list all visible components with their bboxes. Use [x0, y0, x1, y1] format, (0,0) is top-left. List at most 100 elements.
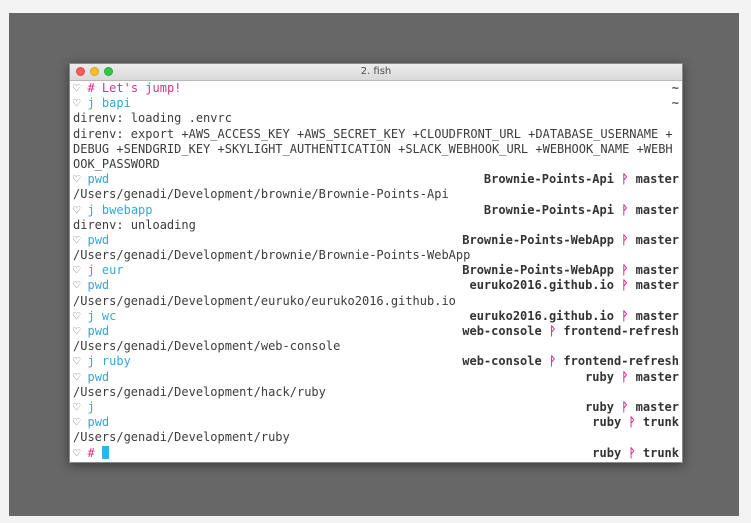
- command-text: pwd: [87, 324, 110, 339]
- command-text: j wc: [87, 308, 117, 323]
- command-text: pwd: [87, 232, 110, 247]
- branch-name: master: [635, 202, 679, 217]
- repo-name: Brownie-Points-WebApp: [462, 263, 614, 278]
- prompt-line: ♡ j wc euruko2016.github.io ᚹ master: [73, 309, 679, 324]
- prompt-line: ♡ # Let's jump! ~: [73, 81, 679, 96]
- output-text: /Users/genadi/Development/euruko/euruko2…: [73, 293, 456, 308]
- output-text: direnv: export +AWS_ACCESS_KEY +AWS_SECR…: [73, 126, 673, 171]
- repo-name: web-console: [462, 354, 542, 369]
- git-branch-icon: ᚹ: [621, 278, 629, 293]
- prompt-line: ♡ j ruby ᚹ master: [73, 400, 679, 415]
- branch-name: frontend-refresh: [563, 324, 679, 339]
- heart-prompt-icon: ♡: [73, 278, 81, 293]
- prompt-line: ♡ j eur Brownie-Points-WebApp ᚹ master: [73, 263, 679, 278]
- command-text: pwd: [87, 415, 110, 430]
- heart-prompt-icon: ♡: [73, 172, 81, 187]
- command-text: j ruby: [87, 354, 131, 369]
- heart-prompt-icon: ♡: [73, 415, 81, 430]
- heart-prompt-icon: ♡: [73, 354, 81, 369]
- output-line: /Users/genadi/Development/euruko/euruko2…: [73, 294, 679, 309]
- output-text: direnv: unloading: [73, 217, 196, 232]
- command-text: pwd: [87, 172, 110, 187]
- repo-name: web-console: [462, 324, 542, 339]
- output-line: /Users/genadi/Development/ruby: [73, 430, 679, 445]
- terminal-window[interactable]: 2. fish ♡ # Let's jump! ~ ♡ j bapi ~ direnv:…: [69, 63, 683, 463]
- terminal-output[interactable]: ♡ # Let's jump! ~ ♡ j bapi ~ direnv: loading…: [73, 81, 679, 461]
- command-text: pwd: [87, 278, 110, 293]
- prompt-line: ♡ pwd ruby ᚹ master: [73, 370, 679, 385]
- branch-name: trunk: [642, 415, 679, 430]
- branch-name: master: [635, 369, 679, 384]
- window-title: 2. fish: [360, 66, 392, 77]
- output-line: direnv: loading .envrc: [73, 111, 679, 126]
- git-status: Brownie-Points-WebApp ᚹ master: [462, 233, 679, 248]
- repo-name: Brownie-Points-WebApp: [462, 232, 614, 247]
- git-status: ruby ᚹ master: [585, 400, 679, 415]
- branch-name: master: [635, 263, 679, 278]
- heart-prompt-icon: ♡: [73, 263, 81, 278]
- git-status: ruby ᚹ trunk: [592, 415, 679, 430]
- repo-name: ruby: [585, 369, 614, 384]
- git-status: Brownie-Points-Api ᚹ master: [484, 172, 679, 187]
- text-cursor: [101, 445, 109, 459]
- git-status: euruko2016.github.io ᚹ master: [469, 278, 679, 293]
- branch-name: frontend-refresh: [563, 354, 679, 369]
- git-status: web-console ᚹ frontend-refresh: [462, 354, 679, 369]
- output-text: /Users/genadi/Development/brownie/Browni…: [73, 187, 449, 202]
- output-line: /Users/genadi/Development/hack/ruby: [73, 385, 679, 400]
- command-text: j eur: [87, 263, 124, 278]
- git-branch-icon: ᚹ: [621, 202, 629, 217]
- git-branch-icon: ᚹ: [628, 415, 636, 430]
- git-branch-icon: ᚹ: [621, 308, 629, 323]
- heart-prompt-icon: ♡: [73, 399, 81, 414]
- heart-prompt-icon: ♡: [73, 445, 81, 460]
- git-status: ruby ᚹ master: [585, 370, 679, 385]
- prompt-line: ♡ pwd Brownie-Points-Api ᚹ master: [73, 172, 679, 187]
- output-text: /Users/genadi/Development/web-console: [73, 339, 341, 354]
- heart-prompt-icon: ♡: [73, 324, 81, 339]
- git-branch-icon: ᚹ: [621, 232, 629, 247]
- git-status: ruby ᚹ trunk: [592, 446, 679, 461]
- git-status: Brownie-Points-WebApp ᚹ master: [462, 263, 679, 278]
- prompt-line: ♡ j ruby web-console ᚹ frontend-refresh: [73, 354, 679, 369]
- repo-name: ruby: [592, 445, 622, 460]
- home-indicator: ~: [671, 81, 679, 95]
- git-branch-icon: ᚹ: [621, 263, 629, 278]
- home-indicator: ~: [671, 96, 679, 111]
- prompt-line: ♡ j bapi ~: [73, 96, 679, 111]
- heart-prompt-icon: ♡: [73, 96, 81, 111]
- repo-name: Brownie-Points-Api: [483, 172, 614, 187]
- output-line: /Users/genadi/Development/brownie/Browni…: [73, 187, 679, 202]
- command-comment: # Let's jump!: [87, 81, 182, 95]
- branch-name: master: [635, 399, 679, 414]
- prompt-line: ♡ pwd web-console ᚹ frontend-refresh: [73, 324, 679, 339]
- branch-name: master: [635, 308, 679, 323]
- prompt-line: ♡ pwd euruko2016.github.io ᚹ master: [73, 278, 679, 293]
- prompt-line: ♡ pwd ruby ᚹ trunk: [73, 415, 679, 430]
- title-bar[interactable]: 2. fish: [70, 64, 682, 81]
- heart-prompt-icon: ♡: [73, 232, 81, 247]
- output-text: /Users/genadi/Development/hack/ruby: [73, 384, 326, 399]
- repo-name: Brownie-Points-Api: [483, 202, 614, 217]
- prompt-line: ♡ # ruby ᚹ trunk: [73, 445, 679, 461]
- git-status: euruko2016.github.io ᚹ master: [469, 309, 679, 324]
- command-comment: #: [87, 445, 95, 460]
- heart-prompt-icon: ♡: [73, 202, 81, 217]
- branch-name: trunk: [642, 445, 679, 460]
- repo-name: euruko2016.github.io: [469, 278, 614, 293]
- repo-name: euruko2016.github.io: [469, 308, 614, 323]
- git-branch-icon: ᚹ: [548, 324, 557, 339]
- repo-name: ruby: [585, 399, 614, 414]
- git-branch-icon: ᚹ: [621, 172, 629, 187]
- git-status: web-console ᚹ frontend-refresh: [462, 324, 679, 339]
- command-text: pwd: [87, 369, 110, 384]
- command-text: j bwebapp: [87, 202, 153, 217]
- heart-prompt-icon: ♡: [73, 369, 81, 384]
- repo-name: ruby: [592, 415, 622, 430]
- branch-name: master: [635, 278, 679, 293]
- command-text: j: [87, 399, 95, 414]
- git-branch-icon: ᚹ: [628, 445, 636, 460]
- git-status: Brownie-Points-Api ᚹ master: [484, 203, 679, 218]
- git-branch-icon: ᚹ: [621, 369, 629, 384]
- prompt-line: ♡ pwd Brownie-Points-WebApp ᚹ master: [73, 233, 679, 248]
